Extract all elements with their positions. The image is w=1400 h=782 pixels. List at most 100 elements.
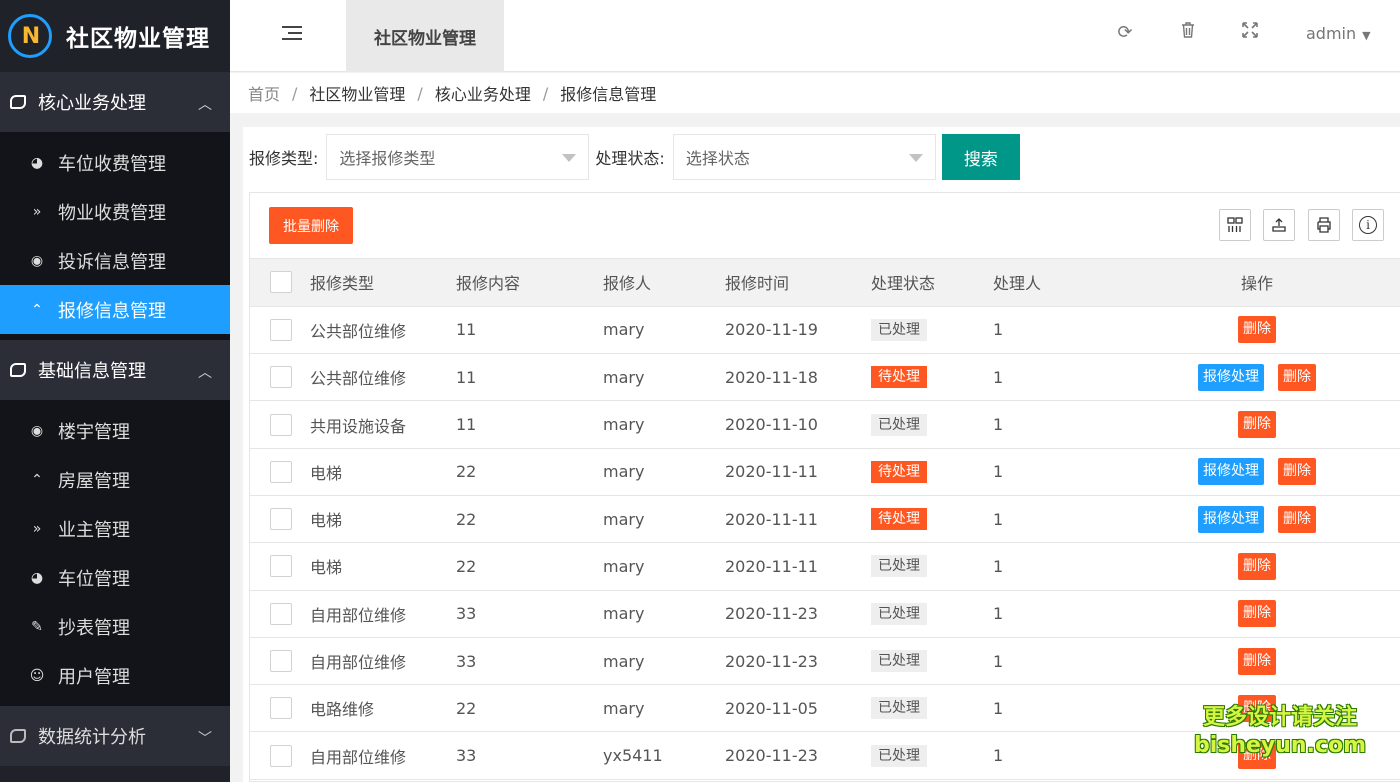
type-select[interactable]: 选择报修类型 bbox=[326, 134, 590, 180]
handle-repair-button[interactable]: 报修处理 bbox=[1198, 505, 1264, 533]
cell-time: 2020-11-23 bbox=[725, 731, 871, 780]
row-checkbox[interactable] bbox=[270, 697, 292, 720]
top-header: 社区物业管理 ⟳ admin ▼ bbox=[230, 0, 1400, 72]
breadcrumb-separator: / bbox=[542, 83, 549, 103]
sidebar-item[interactable]: ⌃ 房屋管理 bbox=[0, 455, 230, 504]
trash-icon[interactable] bbox=[1176, 22, 1200, 43]
breadcrumb-item[interactable]: 首页 bbox=[248, 81, 280, 105]
fullscreen-icon[interactable] bbox=[1238, 22, 1262, 43]
cell-type: 电梯 bbox=[310, 448, 456, 496]
cell-time: 2020-11-19 bbox=[725, 306, 871, 355]
watermark: 更多设计请关注 bisheyun.com bbox=[1170, 704, 1390, 760]
sidebar-item-label: 业主管理 bbox=[58, 519, 130, 541]
header-tab[interactable]: 社区物业管理 bbox=[346, 0, 504, 72]
table-row: 电梯 22 mary 2020-11-11 待处理 1 报修处理 删除 bbox=[250, 495, 1400, 544]
sidebar-item[interactable]: ⌃ 报修信息管理 bbox=[0, 285, 230, 334]
logo-icon: N bbox=[8, 14, 52, 58]
delete-button[interactable]: 删除 bbox=[1238, 411, 1276, 439]
cell-reporter: mary bbox=[603, 637, 725, 686]
select-all-checkbox[interactable] bbox=[270, 271, 292, 294]
breadcrumb-separator: / bbox=[292, 83, 298, 103]
delete-button[interactable]: 删除 bbox=[1238, 316, 1276, 344]
menu-toggle-icon[interactable] bbox=[282, 26, 302, 44]
row-checkbox[interactable] bbox=[270, 650, 292, 673]
sidebar-item[interactable]: ◉ 楼宇管理 bbox=[0, 406, 230, 455]
row-checkbox[interactable] bbox=[270, 744, 292, 767]
sidebar-item[interactable]: ◉ 投诉信息管理 bbox=[0, 236, 230, 285]
double-chevron-down-icon: » bbox=[32, 203, 42, 220]
search-button[interactable]: 搜索 bbox=[941, 134, 1020, 180]
status-badge: 已处理 bbox=[871, 413, 927, 436]
cell-actions: 报修处理 删除 bbox=[1113, 353, 1400, 402]
column-header: 报修时间 bbox=[725, 259, 871, 307]
dashboard-icon: ◕ bbox=[30, 569, 44, 586]
table-row: 电梯 22 mary 2020-11-11 已处理 1 删除 bbox=[250, 542, 1400, 591]
status-filter-label: 处理状态: bbox=[595, 149, 665, 168]
row-checkbox[interactable] bbox=[270, 318, 292, 341]
row-select-cell bbox=[250, 448, 310, 496]
table-row: 公共部位维修 11 mary 2020-11-18 待处理 1 报修处理 删除 bbox=[250, 353, 1400, 402]
status-select[interactable]: 选择状态 bbox=[672, 134, 936, 180]
cell-content: 22 bbox=[456, 448, 603, 496]
delete-button[interactable]: 删除 bbox=[1238, 552, 1276, 580]
row-checkbox[interactable] bbox=[270, 366, 292, 389]
sidebar-item[interactable]: » 物业收费管理 bbox=[0, 187, 230, 236]
cell-status: 已处理 bbox=[871, 590, 993, 638]
sidebar-item[interactable]: ◕ 车位收费管理 bbox=[0, 138, 230, 187]
chevron-up-circle-icon: ⌃ bbox=[31, 471, 43, 488]
delete-button[interactable]: 删除 bbox=[1278, 363, 1316, 391]
cell-type: 公共部位维修 bbox=[310, 353, 456, 402]
watermark-line1: 更多设计请关注 bbox=[1202, 705, 1357, 730]
delete-button[interactable]: 删除 bbox=[1278, 505, 1316, 533]
batch-delete-button[interactable]: 批量删除 bbox=[269, 207, 353, 244]
row-checkbox[interactable] bbox=[270, 508, 292, 531]
cell-reporter: mary bbox=[603, 542, 725, 591]
refresh-icon[interactable]: ⟳ bbox=[1113, 22, 1137, 43]
sidebar-item[interactable]: ✎ 抄表管理 bbox=[0, 602, 230, 651]
logo[interactable]: N 社区物业管理 bbox=[0, 0, 230, 72]
handle-repair-button[interactable]: 报修处理 bbox=[1198, 363, 1264, 391]
sidebar-item-label: 车位管理 bbox=[58, 568, 130, 590]
cell-type: 电路维修 bbox=[310, 684, 456, 733]
breadcrumb-item[interactable]: 报修信息管理 bbox=[560, 81, 656, 105]
handle-repair-button[interactable]: 报修处理 bbox=[1198, 458, 1264, 486]
cell-handler: 1 bbox=[993, 684, 1113, 733]
cell-actions: 删除 bbox=[1113, 637, 1400, 686]
sidebar-item[interactable]: » 业主管理 bbox=[0, 504, 230, 553]
row-checkbox[interactable] bbox=[270, 602, 292, 625]
delete-button[interactable]: 删除 bbox=[1278, 458, 1316, 486]
info-icon[interactable]: i bbox=[1352, 209, 1384, 241]
row-select-cell bbox=[250, 353, 310, 402]
breadcrumb-separator: / bbox=[417, 83, 423, 103]
sidebar-group[interactable]: 核心业务处理 ︿ bbox=[0, 72, 230, 132]
cell-content: 11 bbox=[456, 306, 603, 355]
cell-type: 自用部位维修 bbox=[310, 731, 456, 780]
breadcrumb-item[interactable]: 核心业务处理 bbox=[435, 81, 531, 105]
cell-reporter: mary bbox=[603, 590, 725, 638]
column-header: 处理人 bbox=[993, 259, 1113, 307]
sidebar: N 社区物业管理 核心业务处理 ︿ ◕ 车位收费管理 » 物业收费管理 ◉ 投诉信息管理 ⌃ 报修… bbox=[0, 0, 230, 782]
table-container: 批量删除 i 报修类型 报修内容 报修人 报修时间 处理状态 处理人 操作 公共部位维修 11… bbox=[249, 192, 1400, 782]
sidebar-group[interactable]: 数据统计分析 ﹀ bbox=[0, 706, 230, 766]
table-row: 自用部位维修 33 mary 2020-11-23 已处理 1 删除 bbox=[250, 637, 1400, 686]
export-icon[interactable] bbox=[1263, 209, 1295, 241]
sidebar-item-label: 物业收费管理 bbox=[58, 202, 166, 224]
delete-button[interactable]: 删除 bbox=[1238, 600, 1276, 628]
edit-icon: ✎ bbox=[31, 618, 43, 635]
row-checkbox[interactable] bbox=[270, 460, 292, 483]
row-checkbox[interactable] bbox=[270, 413, 292, 436]
delete-button[interactable]: 删除 bbox=[1238, 647, 1276, 675]
row-checkbox[interactable] bbox=[270, 555, 292, 578]
breadcrumb-item[interactable]: 社区物业管理 bbox=[309, 81, 405, 105]
double-chevron-down-icon: » bbox=[32, 520, 42, 537]
cell-handler: 1 bbox=[993, 542, 1113, 591]
cell-status: 待处理 bbox=[871, 353, 993, 402]
sidebar-item[interactable]: ◕ 车位管理 bbox=[0, 553, 230, 602]
target-icon: ◉ bbox=[30, 422, 44, 439]
print-icon[interactable] bbox=[1308, 209, 1340, 241]
columns-icon[interactable] bbox=[1219, 209, 1251, 241]
user-name: admin bbox=[1306, 24, 1357, 43]
sidebar-item[interactable]: ☺ 用户管理 bbox=[0, 651, 230, 700]
sidebar-group[interactable]: 基础信息管理 ︿ bbox=[0, 340, 230, 400]
user-menu[interactable]: admin ▼ bbox=[1306, 24, 1371, 43]
